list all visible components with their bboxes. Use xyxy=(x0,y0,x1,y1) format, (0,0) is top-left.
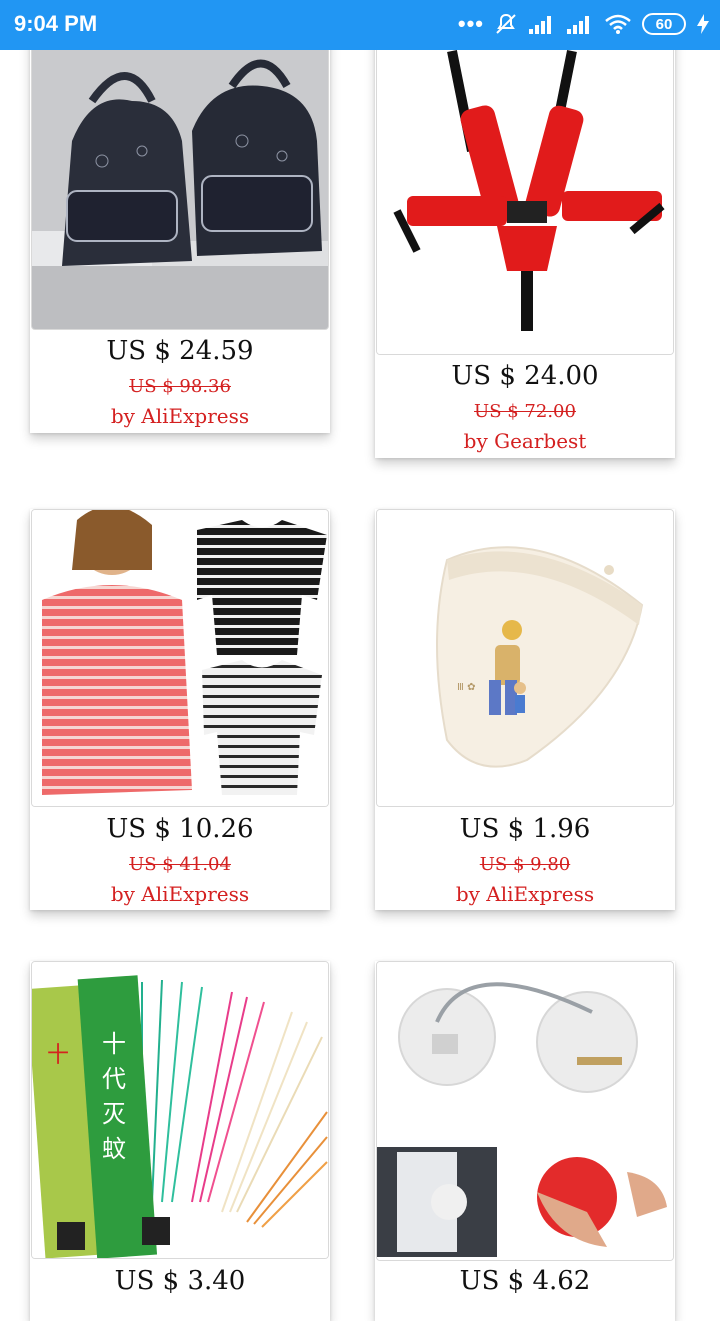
product-card[interactable]: US $ 10.26 US $ 41.04 by AliExpress xyxy=(30,509,330,910)
incense-sticks-image[interactable]: 十 十 代 灭 蚊 xyxy=(31,961,329,1259)
charging-icon xyxy=(697,14,709,34)
svg-text:灭: 灭 xyxy=(102,1100,126,1128)
product-card[interactable]: US $ 4.62 xyxy=(375,961,675,1321)
product-original-price: US $ 98.36 xyxy=(129,376,231,397)
product-original-price: US $ 72.00 xyxy=(474,401,576,422)
wifi-icon xyxy=(605,14,631,34)
signal-icon xyxy=(529,16,551,34)
svg-text:蚊: 蚊 xyxy=(102,1135,126,1163)
product-card[interactable]: 十 十 代 灭 蚊 US $ 3.40 xyxy=(30,961,330,1321)
product-source: by AliExpress xyxy=(455,882,595,906)
striped-shirt-image[interactable] xyxy=(31,509,329,807)
svg-text:Ⅲ ✿: Ⅲ ✿ xyxy=(457,682,475,693)
product-price: US $ 10.26 xyxy=(106,814,254,844)
svg-text:十: 十 xyxy=(47,1043,69,1068)
product-price: US $ 1.96 xyxy=(459,814,591,844)
more-dots-icon: ••• xyxy=(457,11,484,36)
product-price: US $ 3.40 xyxy=(114,1266,246,1296)
status-icons: ••• 60 xyxy=(458,12,710,36)
product-card[interactable]: Ⅲ ✿ US $ 1.96 US $ 9.80 by AliExpress xyxy=(375,509,675,910)
backpack-image[interactable] xyxy=(31,30,329,330)
product-price: US $ 24.00 xyxy=(451,361,599,391)
product-card[interactable]: US $ 24.00 US $ 72.00 by Gearbest xyxy=(375,30,675,458)
product-original-price: US $ 41.04 xyxy=(129,854,231,875)
product-price: US $ 24.59 xyxy=(106,336,254,366)
baby-bib-image[interactable]: Ⅲ ✿ xyxy=(376,509,674,807)
status-time: 9:04 PM xyxy=(14,11,98,36)
svg-text:十: 十 xyxy=(102,1030,126,1058)
battery-icon: 60 xyxy=(642,13,686,35)
product-source: by Gearbest xyxy=(463,429,587,453)
product-price: US $ 4.62 xyxy=(459,1266,591,1296)
product-source: by AliExpress xyxy=(110,882,250,906)
silent-icon xyxy=(496,13,516,34)
product-card[interactable]: US $ 24.59 US $ 98.36 by AliExpress xyxy=(30,30,330,433)
status-bar: 9:04 PM ••• 60 xyxy=(0,0,720,50)
signal-icon xyxy=(567,16,589,34)
product-original-price: US $ 9.80 xyxy=(479,854,571,875)
product-source: by AliExpress xyxy=(110,404,250,428)
cable-lock-image[interactable] xyxy=(376,961,674,1261)
svg-text:代: 代 xyxy=(102,1065,126,1093)
safety-harness-image[interactable] xyxy=(376,30,674,355)
